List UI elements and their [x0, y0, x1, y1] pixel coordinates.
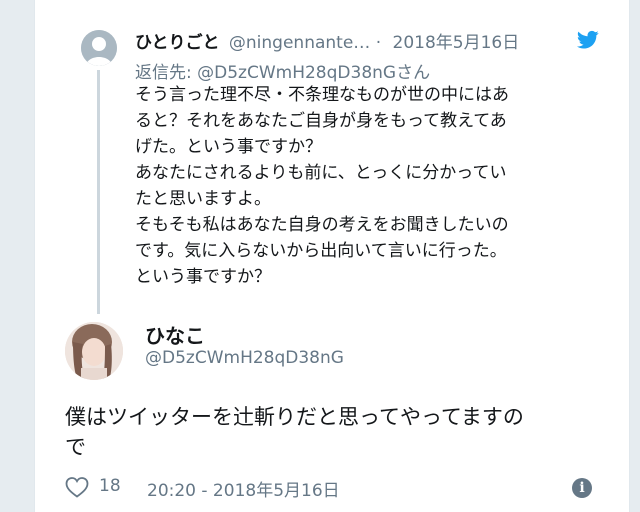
reply-body-line: という事ですか？: [135, 267, 271, 287]
tweet-timestamp[interactable]: 20:20 - 2018年5月16日: [147, 476, 340, 501]
main-author-name[interactable]: ひなこ: [145, 320, 205, 349]
tweet-card: ひとりごと @ningennante… · 2018年5月16日 返信先: @D…: [34, 0, 630, 512]
reply-date[interactable]: 2018年5月16日: [393, 33, 520, 53]
heart-icon[interactable]: [65, 476, 89, 498]
main-tweet-line: 僕はツイッターを辻斬りだと思ってやってますの: [65, 405, 524, 429]
reply-body-line: ると？それをあなたご自身が身をもって教えてあ: [135, 111, 507, 131]
main-author-avatar[interactable]: [65, 322, 123, 380]
reply-to-line: 返信先: @D5zCWmH28qD38nGさん: [135, 58, 430, 83]
reply-to-suffix: さん: [396, 63, 431, 83]
like-count: 18: [99, 476, 121, 496]
reply-header: ひとりごと @ningennante… · 2018年5月16日: [135, 28, 605, 54]
reply-body-line: です。気に入らないから出向いて言いに行った。: [135, 241, 507, 261]
reply-body-line: げた。という事ですか？: [135, 137, 322, 157]
main-tweet-line: で: [65, 435, 86, 459]
tweet-footer: 18 20:20 - 2018年5月16日 i: [65, 474, 605, 501]
reply-body-line: そもそも私はあなた自身の考えをお聞きしたいの: [135, 215, 509, 235]
reply-body: そう言った理不尽・不条理なものが世の中にはあ ると？それをあなたご自身が身をもっ…: [135, 82, 587, 290]
thread-connector-line: [97, 70, 100, 314]
reply-author-handle[interactable]: @ningennante…: [229, 33, 370, 53]
reply-to-label: 返信先:: [135, 63, 192, 83]
reply-to-mention[interactable]: @D5zCWmH28qD38nG: [197, 63, 396, 83]
reply-body-line: たと思いますよ。: [135, 189, 271, 209]
reply-author-name[interactable]: ひとりごと: [135, 33, 220, 53]
profile-photo-icon: [65, 322, 123, 380]
info-icon[interactable]: i: [572, 478, 592, 498]
reply-body-line: そう言った理不尽・不条理なものが世の中にはあ: [135, 85, 509, 105]
reply-author-avatar[interactable]: [81, 30, 117, 66]
twitter-bird-icon: [577, 30, 599, 49]
main-tweet-text: 僕はツイッターを辻斬りだと思ってやってますの で: [65, 402, 605, 462]
reply-body-line: あなたにされるよりも前に、とっくに分かってい: [135, 163, 507, 183]
main-author-handle[interactable]: @D5zCWmH28qD38nG: [145, 348, 344, 368]
reply-separator: ·: [375, 33, 382, 53]
default-avatar-icon: [81, 30, 117, 66]
